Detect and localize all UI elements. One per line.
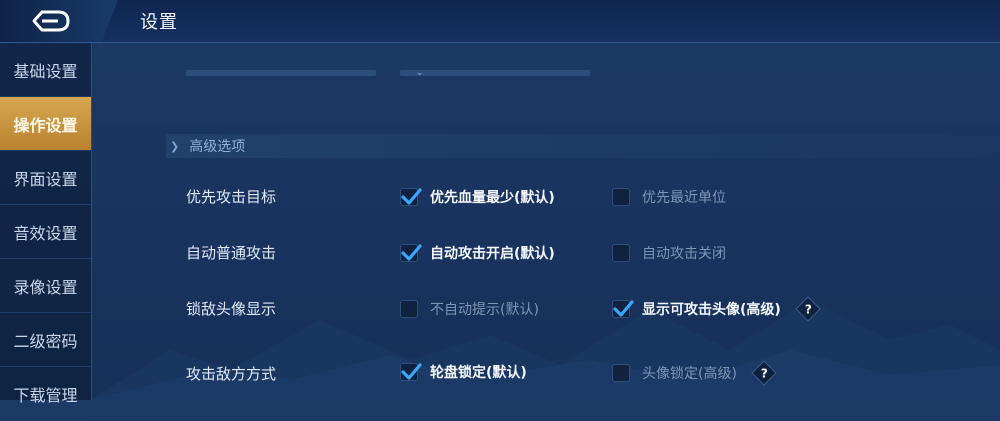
check-icon (401, 363, 422, 380)
check-icon (613, 300, 634, 317)
sidebar-item-sound[interactable]: 音效设置 (0, 205, 91, 259)
checkbox-checked[interactable] (400, 188, 422, 206)
checkbox-unchecked[interactable] (612, 364, 630, 382)
section-title: 高级选项 (189, 139, 246, 155)
option-label: 优先最近单位 (642, 190, 726, 206)
option-auto-attack-on[interactable]: 自动攻击开启(默认) (400, 243, 555, 263)
sidebar-item-interface[interactable]: 界面设置 (0, 151, 91, 205)
sidebar-item-label: 录像设置 (13, 277, 78, 297)
option-nearest-unit[interactable]: 优先最近单位 (612, 187, 726, 207)
option-label: 轮盘锁定(默认) (430, 365, 527, 381)
help-icon[interactable]: ? (751, 360, 777, 386)
checkbox-unchecked[interactable] (400, 300, 418, 318)
option-wheel-lock[interactable]: 轮盘锁定(默认) (400, 362, 527, 382)
sidebar-item-recording[interactable]: 录像设置 (0, 259, 91, 313)
sidebar-item-label: 界面设置 (13, 169, 78, 189)
row-label-attack-method: 攻击敌方方式 (186, 365, 277, 383)
checkbox-unchecked[interactable] (612, 188, 630, 206)
sidebar: 基础设置 操作设置 界面设置 音效设置 录像设置 二级密码 下载管理 (0, 43, 92, 421)
row-label-auto-attack: 自动普通攻击 (186, 244, 277, 262)
checkbox-checked[interactable] (612, 300, 634, 318)
chevron-down-icon: ⌄ (416, 68, 424, 78)
sidebar-item-label: 下载管理 (13, 385, 78, 405)
option-label: 自动攻击开启(默认) (430, 246, 555, 262)
sidebar-item-label: 二级密码 (13, 331, 78, 351)
check-icon (401, 188, 422, 205)
sidebar-item-label: 操作设置 (13, 115, 78, 135)
page-title: 设置 (140, 12, 178, 33)
checkbox-checked[interactable] (400, 363, 422, 381)
sidebar-item-controls[interactable]: 操作设置 (0, 97, 91, 151)
option-lowest-hp[interactable]: 优先血量最少(默认) (400, 187, 555, 207)
option-portrait-lock[interactable]: 头像锁定(高级) ? (612, 360, 777, 386)
option-show-attackable-portrait[interactable]: 显示可攻击头像(高级) ? (612, 296, 821, 322)
option-label: 不自动提示(默认) (430, 302, 539, 318)
row-label-target-priority: 优先攻击目标 (186, 188, 277, 206)
sidebar-item-basic[interactable]: 基础设置 (0, 43, 91, 97)
checkbox-unchecked[interactable] (612, 244, 630, 262)
sidebar-item-downloads[interactable]: 下载管理 (0, 367, 91, 421)
sidebar-item-secondary-password[interactable]: 二级密码 (0, 313, 91, 367)
top-bar: 设置 (0, 0, 1000, 43)
option-label: 优先血量最少(默认) (430, 190, 555, 206)
check-icon (401, 244, 422, 261)
scrolled-dropdown[interactable] (400, 70, 590, 76)
option-label: 显示可攻击头像(高级) (642, 302, 781, 318)
option-label: 自动攻击关闭 (642, 246, 726, 262)
chevron-right-icon: ❯ (170, 139, 180, 153)
sidebar-item-label: 音效设置 (13, 223, 78, 243)
option-auto-attack-off[interactable]: 自动攻击关闭 (612, 243, 726, 263)
option-no-auto-prompt[interactable]: 不自动提示(默认) (400, 299, 539, 319)
sidebar-item-label: 基础设置 (13, 61, 78, 81)
back-button[interactable] (0, 0, 118, 42)
section-header-advanced: ❯ 高级选项 (166, 134, 1000, 158)
row-label-lock-portrait: 锁敌头像显示 (186, 300, 277, 318)
back-icon (32, 10, 70, 32)
checkbox-checked[interactable] (400, 244, 422, 262)
help-icon[interactable]: ? (795, 296, 821, 322)
option-label: 头像锁定(高级) (642, 366, 737, 382)
scrolled-control-track (186, 70, 376, 76)
